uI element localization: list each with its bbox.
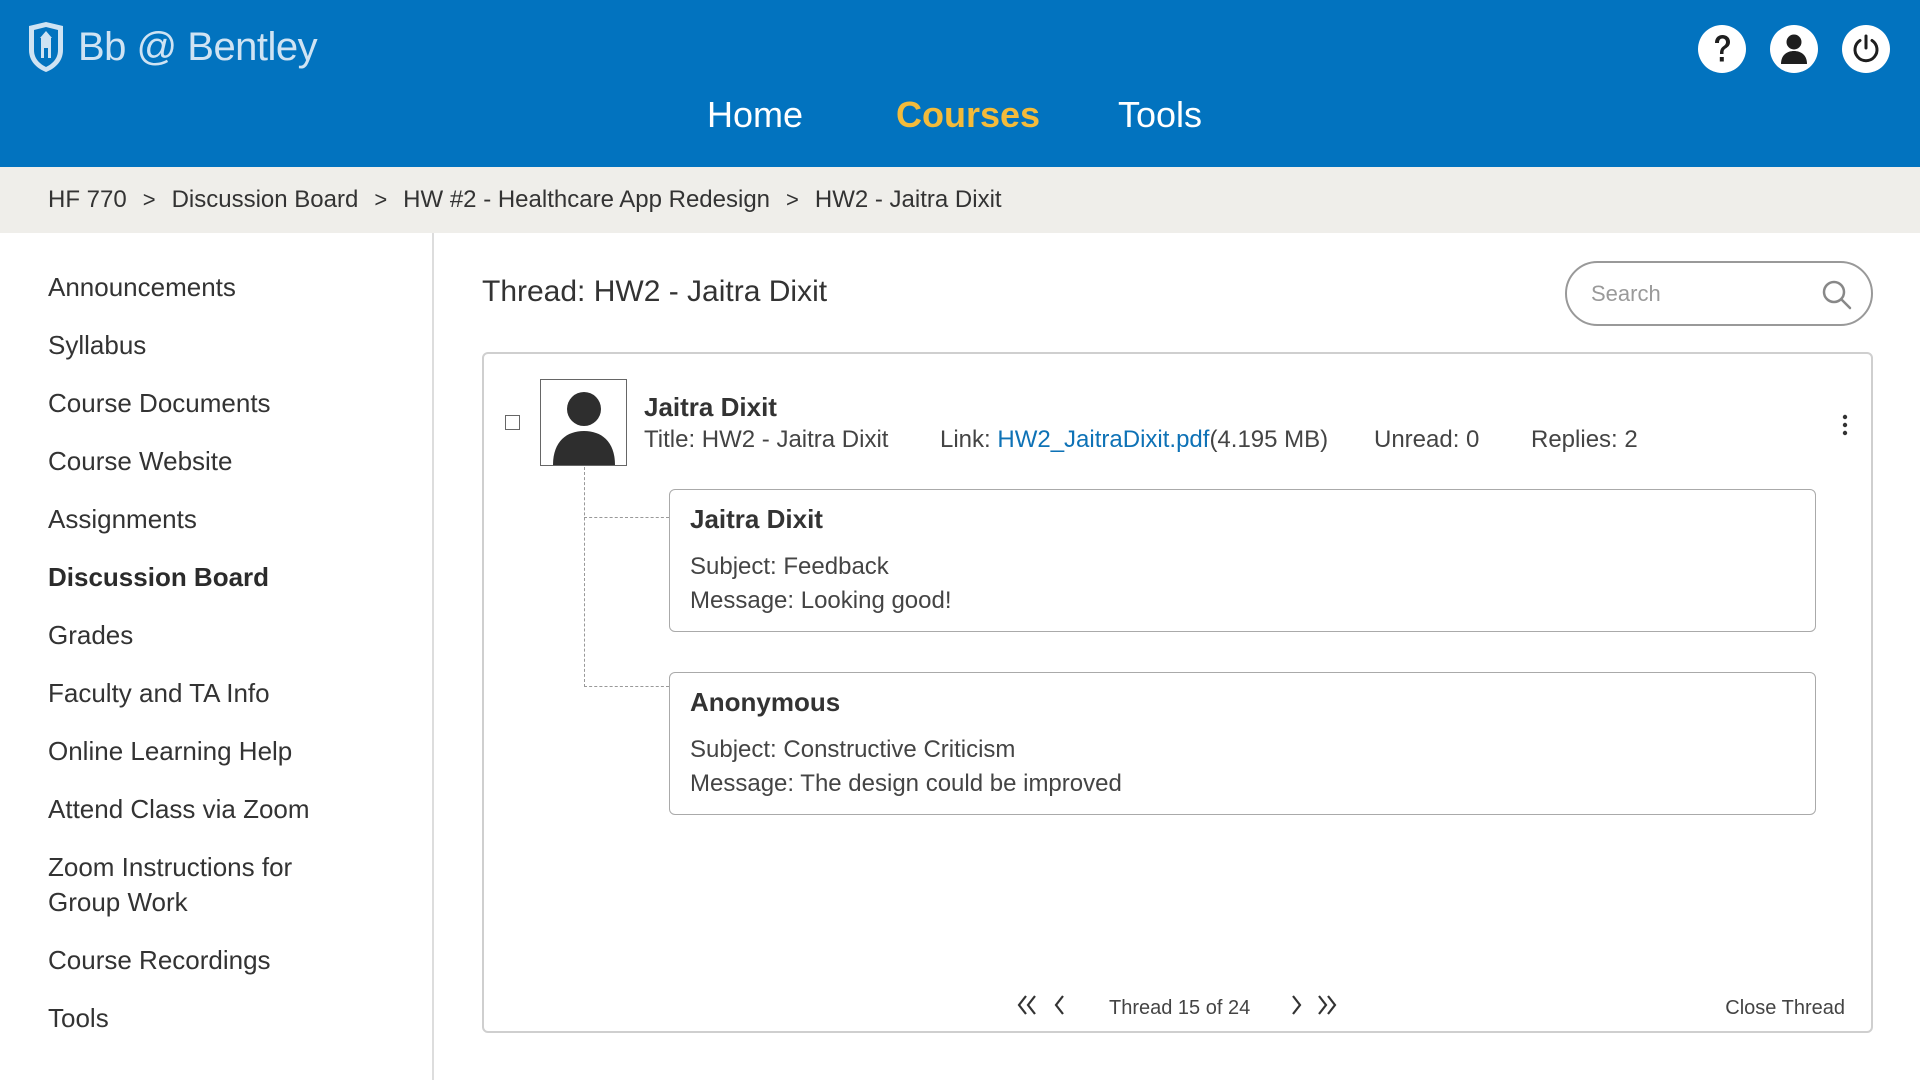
course-menu: Announcements Syllabus Course Documents … <box>0 233 434 1080</box>
breadcrumb-separator: > <box>374 187 388 212</box>
sidebar-item-announcements[interactable]: Announcements <box>48 270 236 305</box>
search-icon[interactable] <box>1821 279 1853 311</box>
sidebar-item-course-documents[interactable]: Course Documents <box>48 386 271 421</box>
profile-button[interactable] <box>1770 25 1818 73</box>
reply-message: Message: Looking good! <box>690 587 952 614</box>
search-box <box>1565 261 1873 326</box>
breadcrumb-discussion-board[interactable]: Discussion Board <box>172 186 359 214</box>
more-options-icon[interactable] <box>1841 414 1849 436</box>
breadcrumb-thread: HW2 - Jaitra Dixit <box>814 186 1002 213</box>
app-title: Bb @ Bentley <box>78 24 318 69</box>
reply-author: Anonymous <box>690 687 841 717</box>
breadcrumb-separator: > <box>142 187 156 212</box>
avatar <box>540 379 627 466</box>
sidebar-item-tools[interactable]: Tools <box>48 1001 109 1036</box>
sidebar-item-course-website[interactable]: Course Website <box>48 444 233 479</box>
reply-card[interactable]: Jaitra Dixit Subject: Feedback Message: … <box>669 489 1816 632</box>
sidebar-item-zoom-instructions[interactable]: Zoom Instructions for Group Work <box>48 850 348 920</box>
next-thread-icon[interactable] <box>1290 993 1304 1017</box>
reply-subject: Subject: Feedback <box>690 553 889 580</box>
header-actions <box>1698 25 1890 73</box>
breadcrumb-separator: > <box>786 187 799 212</box>
user-avatar-icon <box>552 392 615 465</box>
main-nav: Home Courses Tools <box>0 94 1920 142</box>
thread-panel: Jaitra Dixit Title: HW2 - Jaitra Dixit L… <box>482 352 1873 1033</box>
post-author: Jaitra Dixit <box>644 392 777 422</box>
prev-thread-icon[interactable] <box>1052 993 1066 1017</box>
thread-connector-branch <box>584 517 669 518</box>
search-input[interactable] <box>1591 277 1811 311</box>
reply-author: Jaitra Dixit <box>690 504 823 534</box>
thread-pager: Thread 15 of 24 Close Thread <box>484 991 1871 1031</box>
breadcrumb-forum[interactable]: HW #2 - Healthcare App Redesign <box>403 186 770 214</box>
thread-position: Thread 15 of 24 <box>1109 997 1251 1019</box>
help-icon <box>1715 35 1730 62</box>
replies-count: Replies: 2 <box>1531 426 1638 453</box>
thread-connector-branch <box>584 686 669 687</box>
thread-connector-vertical <box>584 467 585 687</box>
attachment-link[interactable]: HW2_JaitraDixit.pdf <box>997 426 1209 453</box>
page-title: Thread: HW2 - Jaitra Dixit <box>482 275 828 308</box>
help-button[interactable] <box>1698 25 1746 73</box>
reply-subject: Subject: Constructive Criticism <box>690 736 1016 763</box>
sidebar-item-course-recordings[interactable]: Course Recordings <box>48 943 271 978</box>
unread-count: Unread: 0 <box>1374 426 1480 453</box>
reply-card[interactable]: Anonymous Subject: Constructive Criticis… <box>669 672 1816 815</box>
attachment-size: (4.195 MB) <box>1209 426 1329 453</box>
post-title: Title: HW2 - Jaitra Dixit <box>644 426 889 453</box>
link-label: Link: <box>940 426 991 453</box>
breadcrumb: HF 770 > Discussion Board > HW #2 - Heal… <box>0 167 1920 233</box>
sidebar-item-syllabus[interactable]: Syllabus <box>48 328 146 363</box>
sidebar-item-assignments[interactable]: Assignments <box>48 502 197 537</box>
sidebar-item-discussion-board[interactable]: Discussion Board <box>48 560 269 595</box>
breadcrumb-course[interactable]: HF 770 <box>48 186 127 214</box>
reply-message: Message: The design could be improved <box>690 770 1122 797</box>
nav-courses[interactable]: Courses <box>896 94 1040 136</box>
sidebar-item-attend-class-zoom[interactable]: Attend Class via Zoom <box>48 792 310 827</box>
sidebar-item-faculty-ta-info[interactable]: Faculty and TA Info <box>48 676 270 711</box>
nav-tools[interactable]: Tools <box>1118 94 1202 136</box>
sidebar-item-grades[interactable]: Grades <box>48 618 133 653</box>
top-header: Bb @ Bentley Home Courses Tools <box>0 0 1920 167</box>
sidebar-item-online-learning-help[interactable]: Online Learning Help <box>48 734 292 769</box>
user-icon <box>1781 34 1807 64</box>
power-icon <box>1853 34 1879 63</box>
logout-button[interactable] <box>1842 25 1890 73</box>
last-thread-icon[interactable] <box>1316 993 1338 1017</box>
shield-logo-icon <box>29 22 63 72</box>
select-thread-checkbox[interactable] <box>505 415 520 430</box>
post-attachment: Link: HW2_JaitraDixit.pdf(4.195 MB) <box>940 426 1328 454</box>
logo[interactable]: Bb @ Bentley <box>26 20 318 74</box>
first-thread-icon[interactable] <box>1016 993 1038 1017</box>
close-thread-button[interactable]: Close Thread <box>1725 997 1845 1020</box>
nav-home[interactable]: Home <box>707 94 803 136</box>
